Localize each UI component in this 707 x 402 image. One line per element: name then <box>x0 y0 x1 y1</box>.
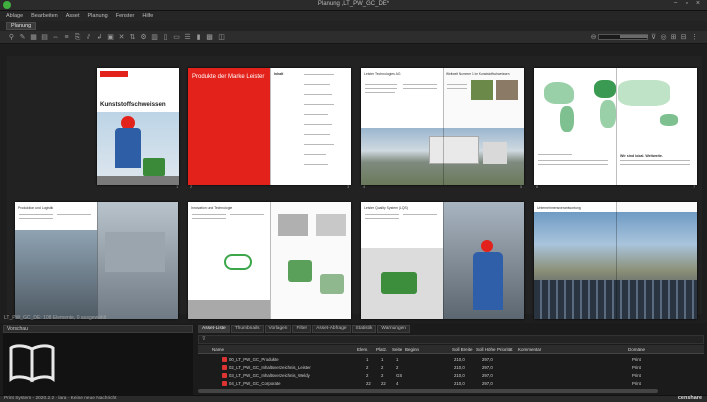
page-number: 6 <box>536 184 539 189</box>
spread-4[interactable]: Wir sind lokal. Weltweite. <box>534 68 697 185</box>
chart-icon[interactable]: ▮ <box>195 34 202 41</box>
col-soll-breite[interactable]: Soll Breite <box>452 347 473 352</box>
stack-icon[interactable]: ☰ <box>184 34 191 41</box>
menu-fenster[interactable]: Fenster <box>116 13 135 19</box>
page-number: 2 <box>190 184 193 189</box>
col-prioritaet[interactable]: Priorität <box>497 347 513 352</box>
col-beginn[interactable]: Beginn <box>405 347 419 352</box>
col-seite[interactable]: Seite <box>392 347 402 352</box>
spread-4-title: Wir sind lokal. Weltweite. <box>620 154 663 158</box>
spread-8-title: Unternehmensverantwortung <box>537 206 581 210</box>
window-title: Planung ,LT_PW_GC_DE* <box>317 1 390 7</box>
tab-warnungen[interactable]: Warnungen <box>377 325 410 333</box>
col-soll-hoehe[interactable]: Soll Höhe <box>476 347 496 352</box>
table-icon[interactable]: ▥ <box>151 34 158 41</box>
spread-3-title-left: Leister Technologies AG <box>364 72 401 76</box>
menu-bearbeiten[interactable]: Bearbeiten <box>31 13 58 19</box>
grid-icon[interactable]: ▦ <box>30 34 37 41</box>
spread-5-title: Produktion und Logistik <box>18 206 54 210</box>
menu-ablage[interactable]: Ablage <box>6 13 23 19</box>
col-elem[interactable]: Elem. <box>357 347 369 352</box>
spread-5[interactable]: Produktion und Logistik <box>15 202 178 319</box>
spread-1-title: Kunststoffschweissen <box>100 101 166 108</box>
book-icon <box>9 344 55 383</box>
search-icon[interactable]: ⚲ <box>8 34 15 41</box>
layout-icon[interactable]: ▤ <box>41 34 48 41</box>
tab-asset-liste[interactable]: Asset-Liste <box>198 325 230 333</box>
tab-statistik[interactable]: Statistik <box>351 325 377 333</box>
link-icon[interactable]: ⎘ <box>74 34 81 41</box>
table-row[interactable]: 02_LT_PW_GC_Inhaltsverzeichnis_Leister 2… <box>198 364 704 371</box>
tab-asset-abfrage[interactable]: Asset-Abfrage <box>312 325 351 333</box>
sort-icon[interactable]: ⇅ <box>129 34 136 41</box>
page-number: 3 <box>347 184 350 189</box>
spread-3-title-right: Weltweit Nummer 1 im Kunststoffschweisse… <box>446 72 510 76</box>
spread-6[interactable]: Innovation und Technologie <box>188 202 351 319</box>
table-row[interactable]: 04_LT_PW_GC_Corporate 22 22 4 210,0 297,… <box>198 380 704 387</box>
spread-2-title: Produkte der Marke Leister <box>192 74 265 80</box>
tab-planung[interactable]: Planung <box>6 22 37 30</box>
pencil-icon[interactable]: ✎ <box>19 34 26 41</box>
horizontal-scrollbar[interactable] <box>198 389 658 393</box>
asset-tab-bar: Asset-Liste Thumbnails Vorlagen Filter A… <box>198 325 410 333</box>
tab-vorlagen[interactable]: Vorlagen <box>264 325 292 333</box>
col-name[interactable]: Name <box>212 347 224 352</box>
menu-hilfe[interactable]: Hilfe <box>142 13 153 19</box>
spread-8[interactable]: Unternehmensverantwortung <box>534 202 697 319</box>
spread-icon[interactable]: ⊟ <box>680 34 687 41</box>
layout-asset-icon <box>222 365 227 370</box>
tab-thumbnails[interactable]: Thumbnails <box>230 325 264 333</box>
split-icon[interactable]: ⫽ <box>85 34 92 41</box>
spread-2[interactable]: Produkte der Marke Leister Inhalt <box>188 68 351 185</box>
move-icon[interactable]: ⇔ <box>52 34 59 41</box>
canvas-status: LT_PW_GC_DE: 108 Elemente, 0 ausgewählt <box>4 315 107 321</box>
status-text: Print System - 2020.2.2 · lara · Keine n… <box>4 396 117 401</box>
more-icon[interactable]: ⋮ <box>691 34 698 41</box>
spread-7[interactable]: Leister Quality System (LQS) <box>361 202 524 319</box>
cross-icon[interactable]: ✕ <box>118 34 125 41</box>
col-domaene[interactable]: Domäne <box>628 347 645 352</box>
arrow-icon[interactable]: ↲ <box>96 34 103 41</box>
menu-asset[interactable]: Asset <box>66 13 80 19</box>
tab-filter[interactable]: Filter <box>292 325 312 333</box>
table-row[interactable]: 00_LT_PW_GC_Produkte 1 1 1 210,0 297,0 P… <box>198 356 704 363</box>
spread-6-title: Innovation und Technologie <box>191 206 233 210</box>
tab-strip <box>0 21 707 31</box>
align-icon[interactable]: ≡ <box>63 34 70 41</box>
spread-2-subtitle: Inhalt <box>274 72 284 76</box>
list-filter-input[interactable]: ⊽ <box>198 335 704 344</box>
view-icon[interactable]: ◎ <box>660 34 667 41</box>
col-platz[interactable]: Platz. <box>376 347 387 352</box>
page-number: 5 <box>520 184 523 189</box>
layout-asset-icon <box>222 373 227 378</box>
spread-3[interactable]: Leister Technologies AG Weltweit Nummer … <box>361 68 524 185</box>
spread-1[interactable]: Kunststoffschweissen <box>97 68 179 185</box>
brand-logo: censhare <box>677 395 702 401</box>
zoom-slider[interactable] <box>620 35 648 38</box>
rows-icon[interactable]: ▭ <box>173 34 180 41</box>
pages-icon[interactable]: ⊞ <box>670 34 677 41</box>
page-number: 7 <box>693 184 696 189</box>
window-controls[interactable]: − ▫ × <box>673 0 703 7</box>
layout-asset-icon <box>222 357 227 362</box>
menu-planung[interactable]: Planung <box>88 13 108 19</box>
col-kommentar[interactable]: Kommentar <box>518 347 541 352</box>
table-row[interactable]: 03_LT_PW_GC_Inhaltsverzeichnis_Weldy 2 2… <box>198 372 704 379</box>
filter-icon[interactable]: ⊽ <box>650 34 657 41</box>
layout-asset-icon <box>222 381 227 386</box>
menu-bar: Ablage Bearbeiten Asset Planung Fenster … <box>0 11 707 21</box>
page-number: 1 <box>176 184 179 189</box>
gear-icon[interactable]: ⚙ <box>140 34 147 41</box>
page-icon[interactable]: ▣ <box>107 34 114 41</box>
screen-icon[interactable]: ◫ <box>218 34 225 41</box>
zoom-out-icon[interactable]: ⊖ <box>590 34 597 41</box>
columns-icon[interactable]: ▯ <box>162 34 169 41</box>
spread-7-title: Leister Quality System (LQS) <box>364 206 408 210</box>
image-icon[interactable]: ▩ <box>206 34 213 41</box>
preview-header[interactable]: Vorschau <box>3 325 193 333</box>
page-number: 4 <box>363 184 366 189</box>
